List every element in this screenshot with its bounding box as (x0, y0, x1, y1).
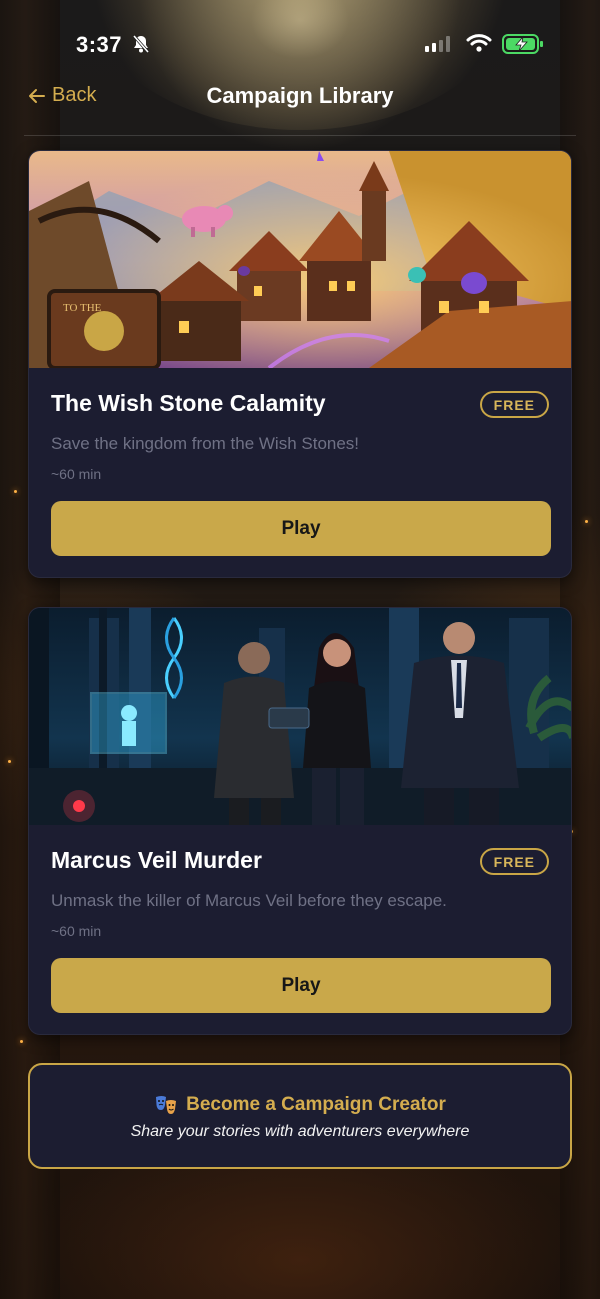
signal-icon (425, 36, 450, 52)
firefly (8, 760, 11, 763)
battery-charging-icon (502, 34, 543, 54)
bell-slash-icon (132, 35, 150, 53)
free-badge: FREE (479, 848, 549, 875)
firefly (20, 1040, 23, 1043)
firefly (585, 520, 588, 523)
campaign-cover-image (29, 608, 571, 825)
campaign-duration: ~60 min (51, 923, 102, 939)
creator-banner-subtitle: Share your stories with adventurers ever… (130, 1123, 470, 1140)
svg-text:TO THE: TO THE (63, 302, 102, 314)
campaign-title: Marcus Veil Murder (51, 847, 262, 873)
campaign-description: Save the kingdom from the Wish Stones! (51, 434, 360, 453)
fantasy-village-illustration: TO THE (29, 151, 571, 368)
creator-banner-heading: Become a Campaign Creator (30, 1093, 570, 1117)
free-badge: FREE (479, 391, 549, 418)
play-button[interactable]: Play (51, 501, 551, 556)
firefly (14, 490, 17, 493)
status-time: 3:37 (76, 32, 123, 57)
nav-header: Back Campaign Library (0, 78, 600, 136)
campaign-duration: ~60 min (51, 466, 102, 482)
campaign-card[interactable]: Marcus Veil Murder FREE Unmask the kille… (28, 607, 572, 1035)
campaign-title: The Wish Stone Calamity (51, 390, 326, 416)
creator-banner-title: Become a Campaign Creator (186, 1094, 446, 1115)
noir-detectives-illustration (29, 608, 571, 825)
page-title: Campaign Library (206, 83, 394, 108)
theater-masks-icon (156, 1096, 177, 1114)
campaign-description: Unmask the killer of Marcus Veil before … (51, 891, 447, 910)
campaign-card[interactable]: TO THE The Wish Stone Calamity FREE Save… (28, 150, 572, 578)
campaign-cover-image: TO THE (29, 151, 571, 368)
become-creator-banner[interactable]: Become a Campaign Creator Share your sto… (28, 1063, 572, 1169)
status-bar: 3:37 (0, 0, 600, 80)
play-button[interactable]: Play (51, 958, 551, 1013)
wifi-icon (466, 34, 492, 52)
header-divider (24, 135, 576, 136)
